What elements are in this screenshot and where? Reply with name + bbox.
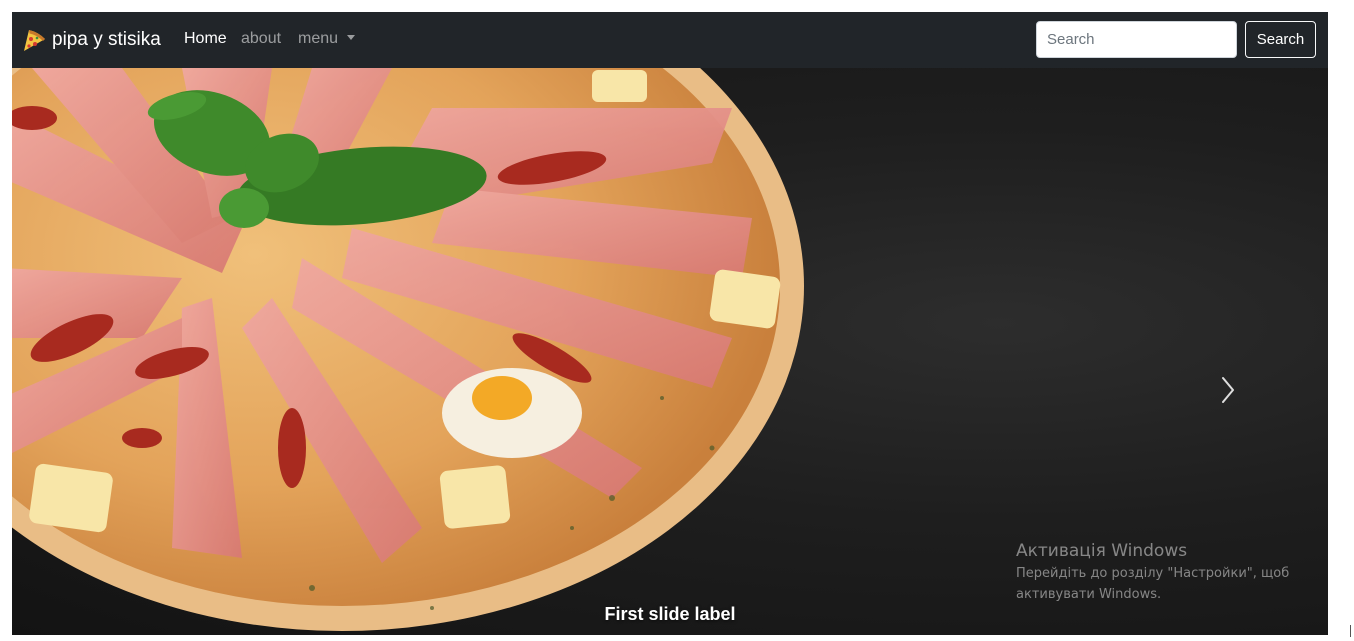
nav-link-home[interactable]: Home (184, 29, 227, 49)
text-cursor (1350, 625, 1351, 637)
nav-link-about[interactable]: about (241, 29, 281, 49)
nav-dropdown-menu[interactable]: menu (298, 29, 356, 49)
slide-caption: First slide label (604, 604, 736, 624)
nav-menu-label: menu (298, 30, 339, 47)
navbar: pipa y stisika Home about menu Search (12, 12, 1328, 68)
brand-name: pipa y stisika (52, 29, 161, 50)
watermark-title: Активація Windows (1016, 541, 1188, 561)
windows-activation-watermark: Активація Windows Перейдіть до розділу "… (1016, 540, 1289, 604)
watermark-line-1: Перейдіть до розділу "Настройки", щоб (1016, 566, 1290, 581)
chevron-right-icon (1222, 377, 1234, 403)
search-input[interactable] (1036, 21, 1237, 58)
watermark-line-2: активувати Windows. (1016, 587, 1162, 602)
caret-down-icon (347, 35, 356, 40)
carousel-next-button[interactable] (1208, 360, 1248, 420)
search-button[interactable]: Search (1245, 21, 1316, 58)
pizza-slice-icon (24, 30, 45, 51)
navbar-brand[interactable]: pipa y stisika (22, 25, 161, 55)
